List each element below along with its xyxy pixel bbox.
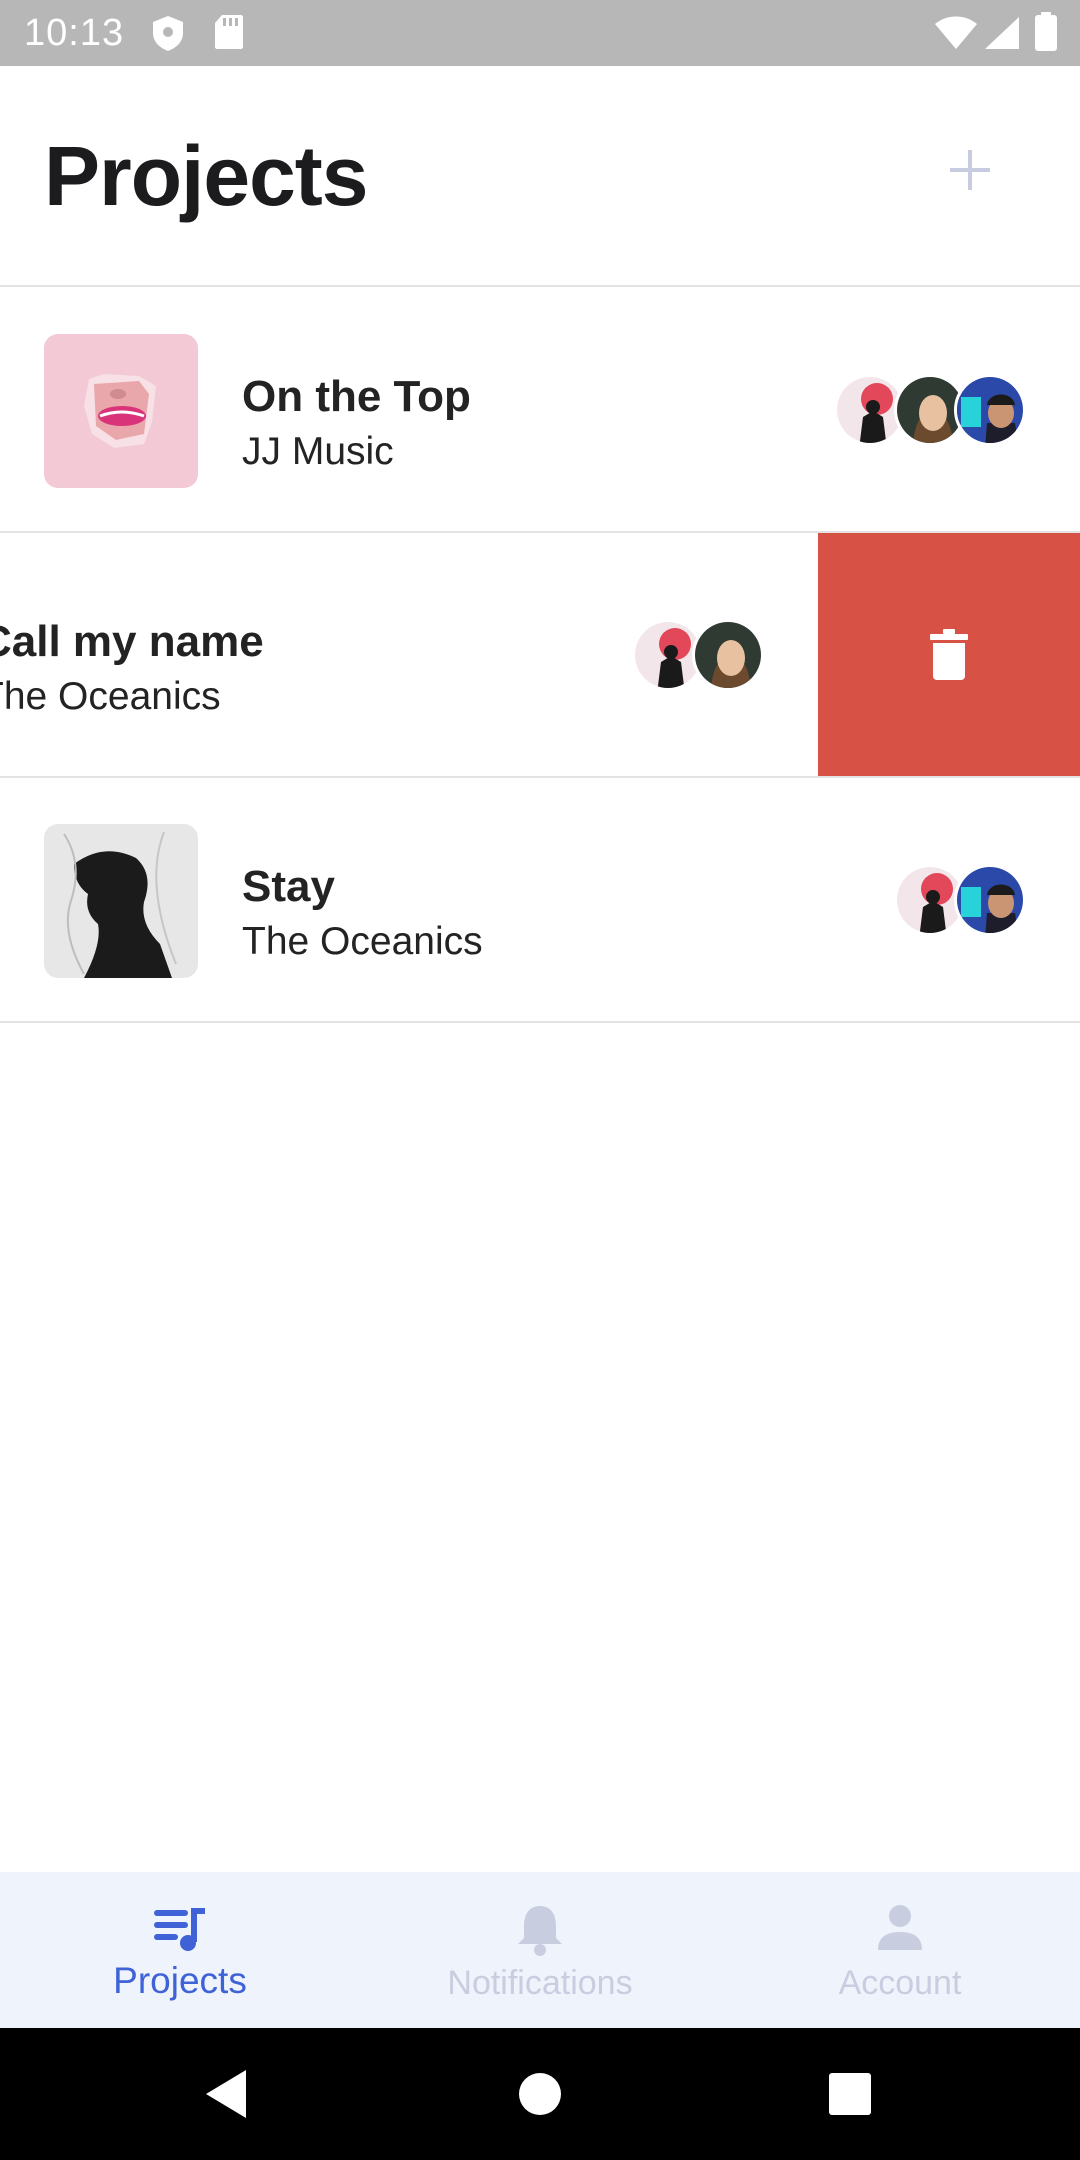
project-row-content[interactable]: Call my name The Oceanics	[0, 533, 818, 776]
signal-icon	[984, 16, 1020, 55]
add-project-button[interactable]	[930, 130, 1010, 210]
home-circle-icon	[519, 2073, 561, 2115]
collaborator-avatars	[632, 619, 768, 691]
collaborator-avatars	[834, 374, 1030, 446]
back-button[interactable]	[192, 2058, 264, 2130]
project-row[interactable]: On the Top JJ Music	[0, 288, 1080, 533]
nav-label: Projects	[113, 1960, 247, 2001]
app-header: Projects	[0, 66, 1080, 287]
project-artist: The Oceanics	[0, 675, 221, 718]
project-row-content[interactable]: On the Top JJ Music	[0, 288, 1080, 531]
person-icon	[878, 1905, 922, 1950]
nav-tab-account[interactable]: Account	[720, 1872, 1080, 2028]
recents-button[interactable]	[814, 2058, 886, 2130]
project-title: Stay	[242, 862, 335, 911]
collaborator-avatars	[894, 864, 1030, 936]
project-row-content[interactable]: Stay The Oceanics	[0, 778, 1080, 1021]
sd-card-icon	[214, 14, 244, 55]
project-artist: The Oceanics	[242, 920, 483, 963]
system-navigation-bar	[0, 2028, 1080, 2160]
shield-icon	[150, 14, 186, 57]
project-artist: JJ Music	[242, 430, 394, 473]
project-title: On the Top	[242, 372, 471, 421]
avatar	[954, 864, 1026, 936]
nav-label: Notifications	[447, 1964, 633, 2002]
avatar	[954, 374, 1026, 446]
plus-icon	[950, 150, 990, 190]
album-cover	[44, 334, 198, 488]
home-button[interactable]	[504, 2058, 576, 2130]
playlist-music-icon	[154, 1908, 205, 1951]
page-title: Projects	[44, 129, 368, 223]
recents-square-icon	[829, 2073, 871, 2115]
battery-icon	[1034, 12, 1058, 57]
status-time: 10:13	[24, 12, 125, 54]
album-cover	[44, 824, 198, 978]
bell-icon	[518, 1906, 562, 1956]
status-bar: 10:13	[0, 0, 1080, 66]
avatar	[692, 619, 764, 691]
nav-label: Account	[838, 1964, 962, 2002]
project-row[interactable]: Stay The Oceanics	[0, 778, 1080, 1023]
delete-button[interactable]	[818, 533, 1080, 776]
bottom-navigation: Projects Notifications Account	[0, 1872, 1080, 2028]
project-title: Call my name	[0, 617, 264, 666]
wifi-icon	[934, 16, 978, 55]
project-row[interactable]: Call my name The Oceanics	[0, 533, 1080, 778]
back-triangle-icon	[206, 2070, 246, 2118]
nav-tab-notifications[interactable]: Notifications	[360, 1872, 720, 2028]
trash-icon	[930, 628, 968, 680]
nav-tab-projects[interactable]: Projects	[0, 1872, 360, 2028]
